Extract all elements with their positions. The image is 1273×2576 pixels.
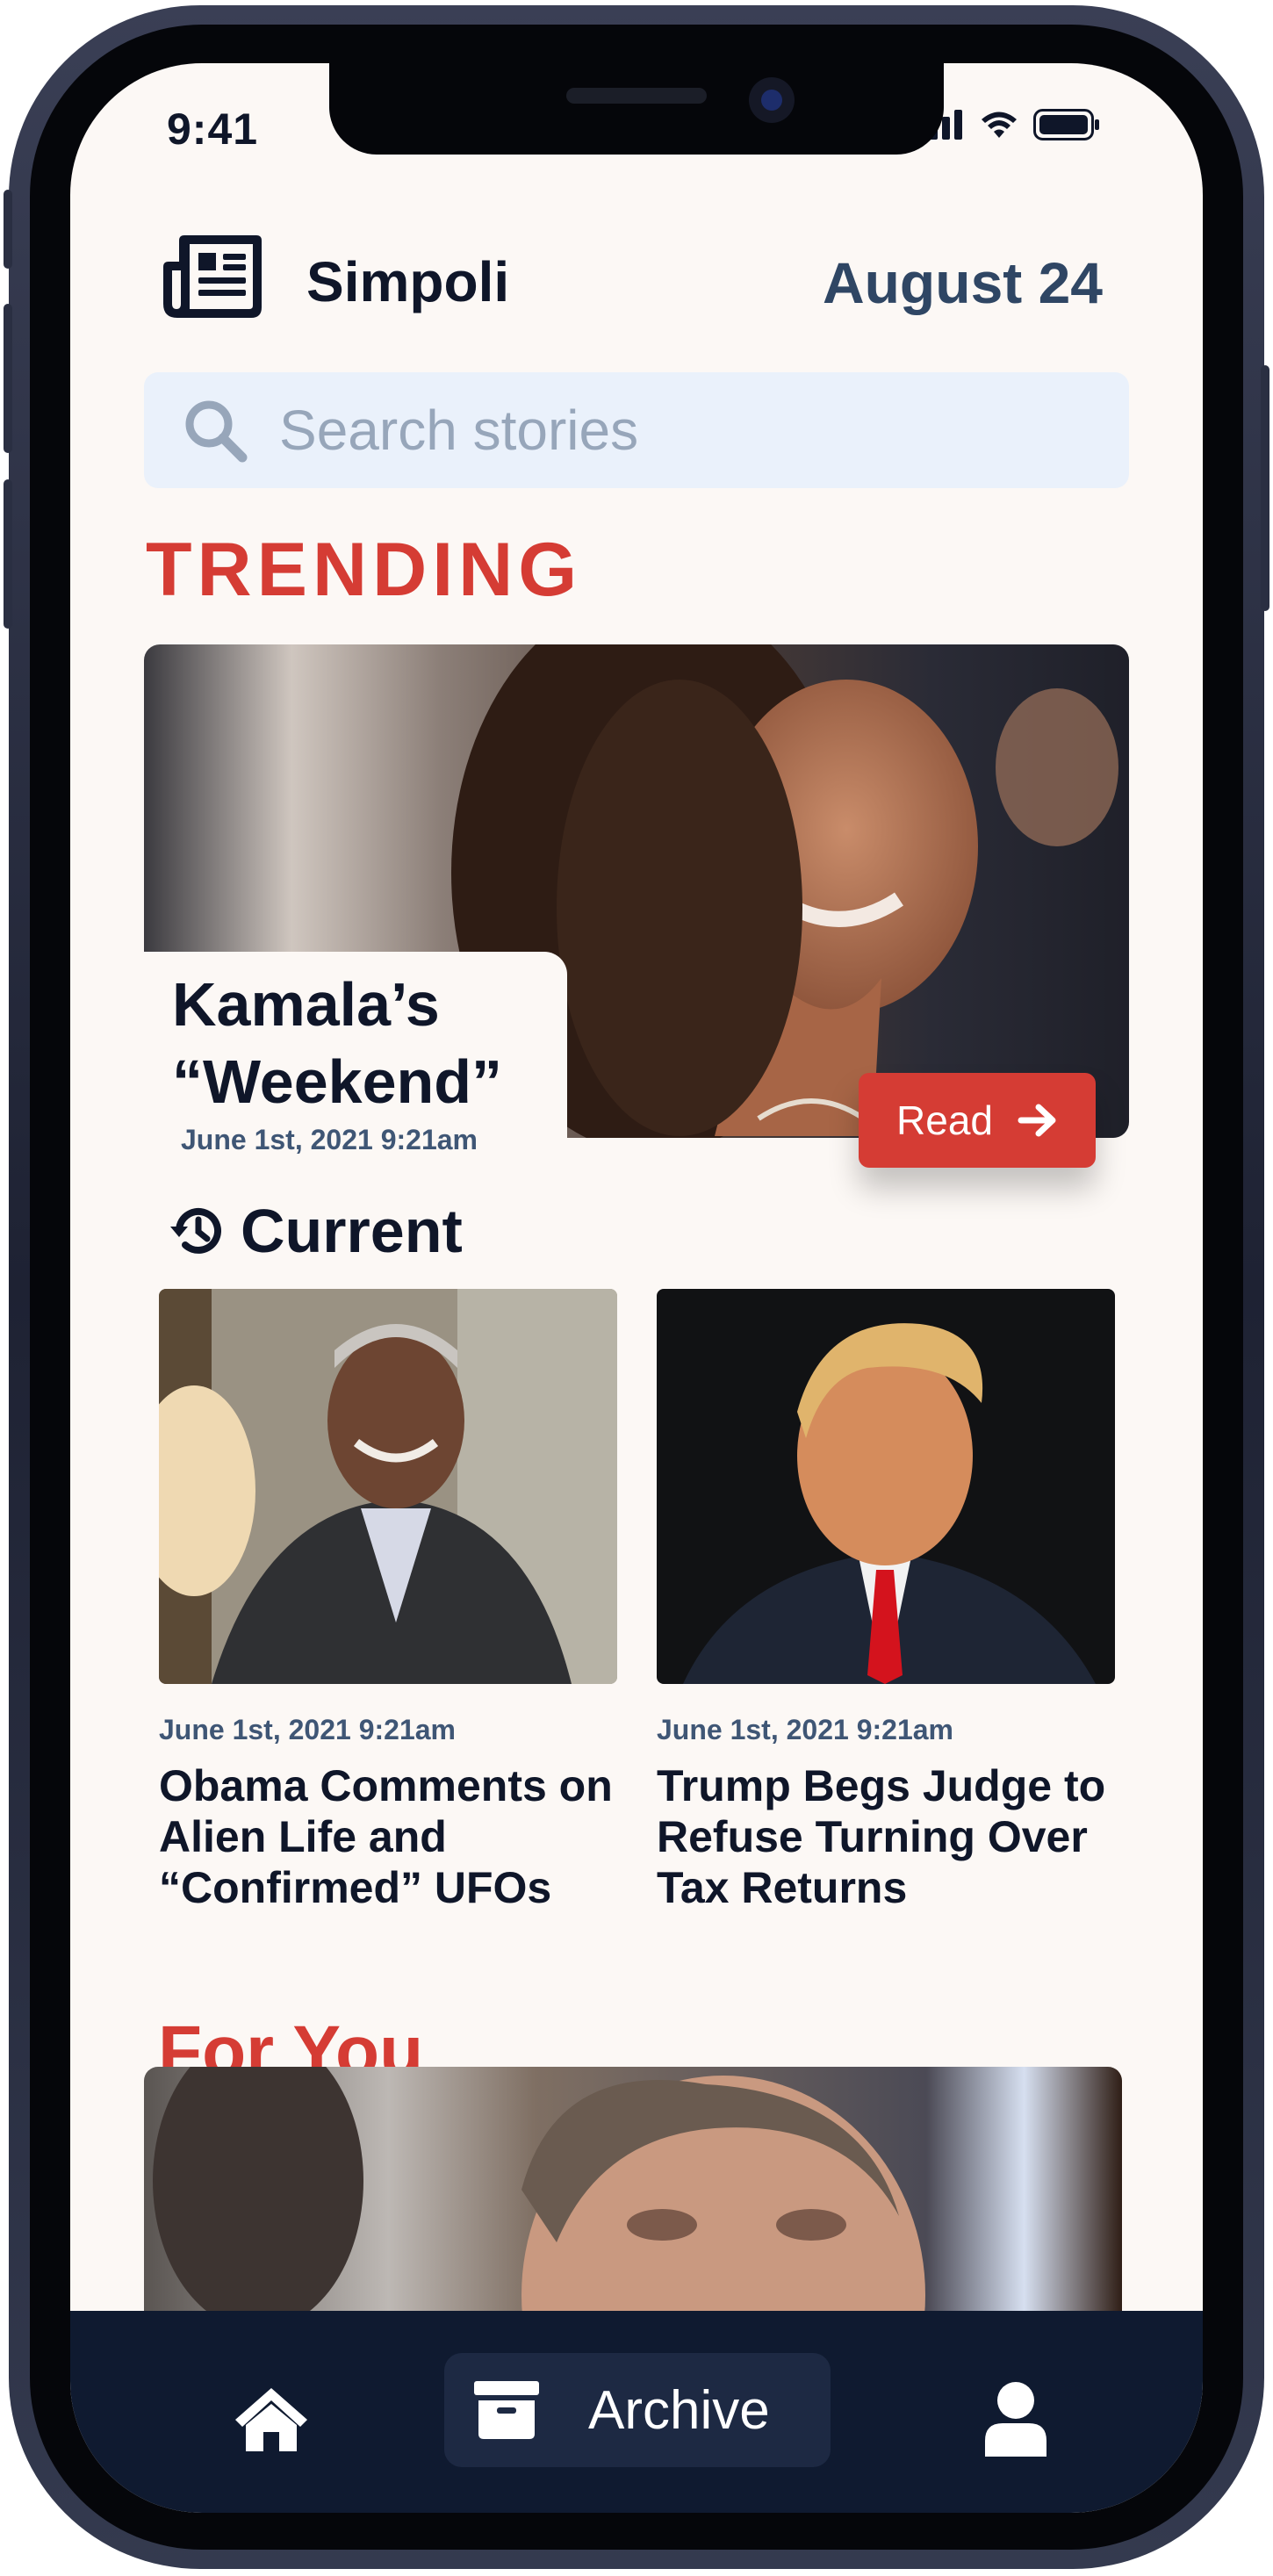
read-button[interactable]: Read — [859, 1073, 1096, 1168]
story-title[interactable]: Trump Begs Judge to Refuse Turning Over … — [657, 1760, 1115, 1913]
bottom-nav: Archive — [70, 2311, 1203, 2513]
user-icon[interactable] — [983, 2381, 1048, 2457]
story-timestamp: June 1st, 2021 9:21am — [159, 1714, 456, 1745]
archive-box-icon — [474, 2381, 539, 2439]
app-name: Simpoli — [306, 250, 510, 313]
notch — [329, 63, 944, 155]
header-date: August 24 — [822, 250, 1103, 315]
nav-archive-label: Archive — [588, 2379, 770, 2441]
story-image — [159, 1289, 617, 1684]
app-screen: 9:41 Simpoli August 24 Search stories TR… — [70, 63, 1203, 2513]
mute-switch — [4, 190, 12, 269]
trending-section-title: TRENDING — [146, 528, 583, 612]
trending-timestamp: June 1st, 2021 9:21am — [181, 1124, 478, 1155]
history-icon — [170, 1207, 221, 1254]
current-section-header: Current — [167, 1196, 463, 1266]
power-button — [1261, 365, 1269, 611]
story-card[interactable]: June 1st, 2021 9:21am Obama Comments on … — [159, 1289, 617, 1913]
newspaper-icon — [163, 235, 262, 318]
story-image — [657, 1289, 1115, 1684]
story-card[interactable]: June 1st, 2021 9:21am Trump Begs Judge t… — [657, 1289, 1115, 1913]
search-icon — [185, 400, 248, 463]
nav-archive-tab[interactable]: Archive — [444, 2353, 831, 2467]
volume-down-button — [4, 479, 12, 629]
trending-headline[interactable]: Kamala’s “Weekend” — [172, 966, 576, 1120]
arrow-right-icon — [1018, 1104, 1056, 1137]
front-camera — [749, 77, 795, 123]
story-title[interactable]: Obama Comments on Alien Life and “Confir… — [159, 1760, 617, 1913]
volume-up-button — [4, 304, 12, 453]
status-time: 9:41 — [167, 104, 259, 154]
battery-icon — [1033, 109, 1099, 140]
search-input[interactable] — [279, 398, 1069, 463]
read-button-label: Read — [896, 1097, 993, 1143]
story-timestamp: June 1st, 2021 9:21am — [657, 1714, 953, 1745]
home-icon[interactable] — [232, 2385, 311, 2455]
wifi-icon — [982, 112, 1017, 138]
speaker-grille — [566, 88, 707, 104]
status-icons — [917, 109, 1100, 140]
current-section-title: Current — [241, 1197, 463, 1265]
search-bar[interactable] — [144, 372, 1129, 488]
